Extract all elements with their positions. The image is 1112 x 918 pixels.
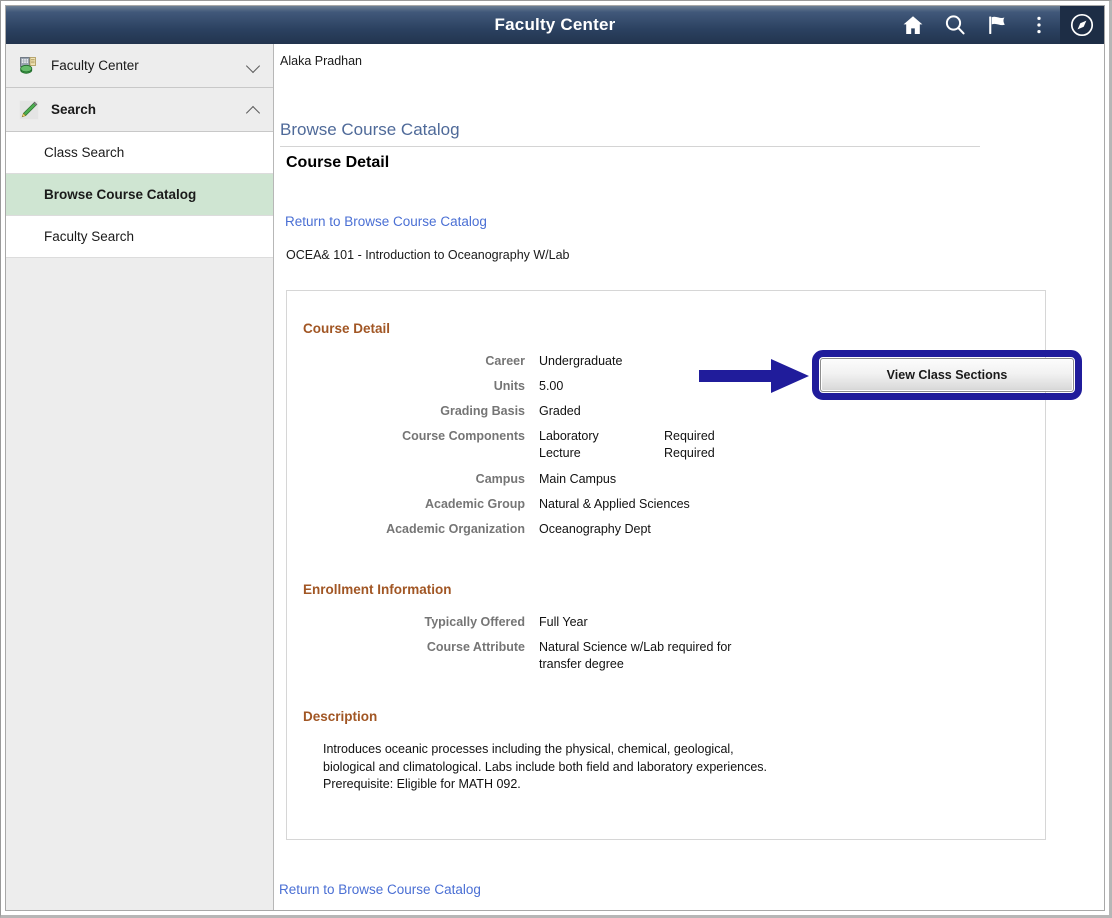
field-label: Academic Group — [424, 497, 525, 511]
course-attribute-line: Natural Science w/Lab required for — [539, 640, 732, 654]
sidebar-group-label: Search — [51, 102, 97, 117]
field-row-typically-offered: Typically Offered Full Year — [287, 614, 731, 630]
return-to-browse-course-catalog-link-top[interactable]: Return to Browse Course Catalog — [285, 214, 487, 229]
field-row-units: Units 5.00 — [287, 378, 774, 394]
section-heading-enrollment-information: Enrollment Information — [303, 582, 452, 597]
field-label: Career — [485, 354, 525, 368]
course-attribute-line: transfer degree — [539, 657, 624, 671]
sidebar-sublist-search: Class Search Browse Course Catalog Facul… — [6, 132, 273, 258]
course-detail-panel: Course Detail View Class Sections Career… — [286, 290, 1082, 840]
description-line: Prerequisite: Eligible for MATH 092. — [323, 777, 521, 791]
field-value: Laboratory Lecture Required Required — [539, 428, 774, 462]
field-value: Oceanography Dept — [539, 522, 651, 536]
view-class-sections-button[interactable]: View Class Sections — [820, 358, 1074, 392]
field-row-career: Career Undergraduate — [287, 353, 774, 369]
field-value: 5.00 — [539, 379, 564, 393]
sidebar-group-label: Faculty Center — [51, 58, 139, 73]
user-name: Alaka Pradhan — [280, 54, 363, 68]
sidebar-item-faculty-search[interactable]: Faculty Search — [6, 216, 273, 258]
field-value: Natural Science w/Lab required for trans… — [539, 639, 731, 673]
field-value: Graded — [539, 404, 581, 418]
component-requirements: Required Required — [664, 428, 774, 462]
sidebar-group-search[interactable]: Search — [6, 88, 273, 132]
course-attribute-text: Natural Science w/Lab required for trans… — [539, 639, 731, 673]
field-value: Full Year — [539, 615, 588, 629]
component-name: Lecture — [539, 446, 581, 460]
field-row-academic-group: Academic Group Natural & Applied Science… — [287, 496, 774, 512]
sidebar-empty-area — [6, 258, 273, 898]
section-heading-course-detail: Course Detail — [303, 321, 391, 336]
enrollment-information-fields: Typically Offered Full Year Course Attri… — [287, 614, 732, 682]
field-row-campus: Campus Main Campus — [287, 471, 774, 487]
kebab-menu-icon[interactable] — [1018, 6, 1060, 44]
main-content: Alaka Pradhan Browse Course Catalog Cour… — [275, 44, 1104, 910]
compass-icon[interactable] — [1060, 6, 1104, 44]
description-line: biological and climatological. Labs incl… — [323, 759, 768, 774]
sidebar-item-class-search[interactable]: Class Search — [6, 132, 273, 174]
field-label: Typically Offered — [424, 615, 526, 629]
pencil-icon — [19, 100, 39, 120]
home-icon[interactable] — [892, 6, 934, 44]
field-label: Course Components — [402, 429, 525, 443]
description-line: Introduces oceanic processes including t… — [323, 742, 734, 756]
field-label: Grading Basis — [440, 404, 525, 418]
chevron-up-icon[interactable] — [247, 103, 261, 117]
component-names: Laboratory Lecture — [539, 428, 664, 462]
field-row-course-attribute: Course Attribute Natural Science w/Lab r… — [287, 639, 732, 673]
return-to-browse-course-catalog-link-bottom[interactable]: Return to Browse Course Catalog — [279, 882, 481, 897]
field-value: Undergraduate — [539, 354, 623, 368]
search-icon[interactable] — [934, 6, 976, 44]
field-row-academic-organization: Academic Organization Oceanography Dept — [287, 521, 774, 537]
chevron-down-icon[interactable] — [247, 59, 261, 73]
application-window: Faculty Center Faculty Center Search Cla… — [0, 0, 1112, 918]
window-inner-frame: Faculty Center Faculty Center Search Cla… — [5, 5, 1105, 911]
field-row-grading-basis: Grading Basis Graded — [287, 403, 774, 419]
section-heading-description: Description — [303, 709, 378, 724]
top-banner: Faculty Center — [6, 6, 1104, 44]
sidebar-group-faculty-center[interactable]: Faculty Center — [6, 44, 273, 88]
faculty-center-icon — [19, 56, 39, 76]
field-label: Units — [493, 379, 525, 393]
component-requirement: Required — [664, 429, 715, 443]
flag-icon[interactable] — [976, 6, 1018, 44]
field-value: Main Campus — [539, 472, 617, 486]
sidebar-item-browse-course-catalog[interactable]: Browse Course Catalog — [6, 174, 273, 216]
course-description-text: Introduces oceanic processes including t… — [323, 741, 767, 794]
field-label: Academic Organization — [386, 522, 525, 536]
course-identifier: OCEA& 101 - Introduction to Oceanography… — [286, 248, 570, 262]
sidebar-navigation: Faculty Center Search Class Search Brows… — [6, 44, 274, 910]
breadcrumb-heading: Browse Course Catalog — [280, 120, 980, 147]
course-detail-fields: Career Undergraduate Units 5.00 Grading … — [287, 353, 774, 546]
component-requirement: Required — [664, 446, 715, 460]
field-label: Campus — [475, 472, 525, 486]
component-name: Laboratory — [539, 429, 599, 443]
banner-icon-group — [892, 6, 1104, 44]
sub-heading: Course Detail — [286, 154, 390, 171]
field-row-course-components: Course Components Laboratory Lecture Req… — [287, 428, 774, 462]
field-value: Natural & Applied Sciences — [539, 497, 690, 511]
field-label: Course Attribute — [426, 640, 525, 654]
